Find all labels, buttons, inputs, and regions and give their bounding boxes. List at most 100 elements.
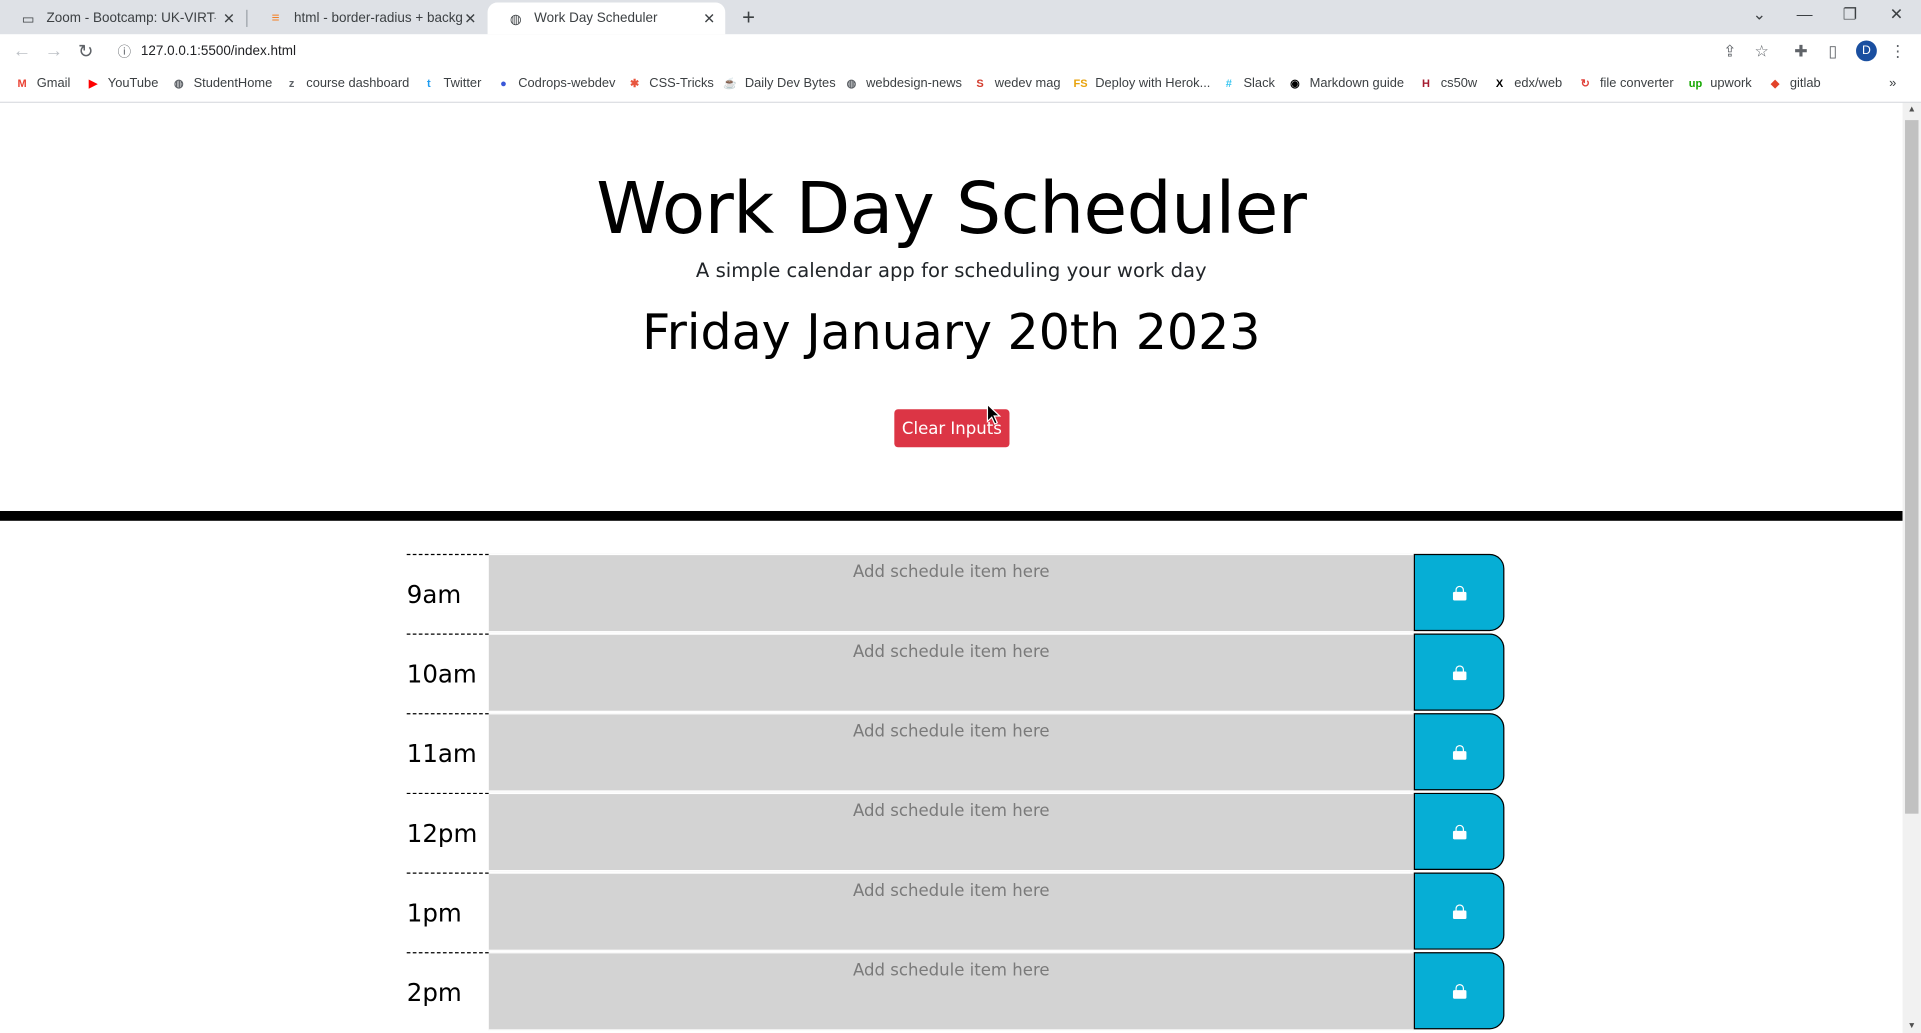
more-bookmarks-icon[interactable]: » [1889,76,1896,91]
schedule-item-input[interactable] [488,714,1414,791]
save-button[interactable] [1413,952,1505,1030]
schedule-item-input[interactable] [488,873,1414,950]
lock-icon [1452,824,1466,839]
bookmark-item[interactable]: ◉ Markdown guide [1288,76,1404,91]
forward-icon[interactable]: → [43,40,65,61]
bookmark-label: Gmail [36,75,71,91]
bookmark-item[interactable]: Hcs50w [1419,76,1477,91]
smashing-icon: S [976,77,984,90]
bookmarks-bar: M Gmail ▶ YouTube ◍ StudentHome z course dashbo… [0,69,1921,103]
description-cell [488,553,1414,633]
bookmark-label: gitlab [1789,75,1821,91]
hour-label: 12pm [406,792,489,873]
browser-window: ▭ Zoom - Bootcamp: UK-VIRT-FE-F ✕ ≡ html… [0,0,1921,1033]
url-text[interactable]: 127.0.0.1:5500/index.html [141,44,296,59]
bookmark-item[interactable]: ◍ StudentHome [172,76,272,91]
bookmark-item[interactable]: ↻ file converter [1578,76,1674,91]
new-tab-button[interactable]: + [738,5,760,31]
tab-search-icon[interactable]: ⌄ [1751,5,1768,25]
back-icon[interactable]: ← [11,40,33,61]
tab-zoom[interactable]: ▭ Zoom - Bootcamp: UK-VIRT-FE-F ✕ [0,2,245,34]
tab-title: html - border-radius + backgrou [294,11,463,26]
time-block-row: 12pm [406,792,1507,873]
globe-icon: ◍ [174,76,184,89]
bookmark-item[interactable]: z course dashboard [284,76,409,91]
close-window-icon[interactable]: ✕ [1888,5,1905,25]
save-button[interactable] [1413,872,1505,950]
bookmark-item[interactable]: # Slack [1221,76,1275,91]
gitlab-icon: ◆ [1770,76,1780,89]
description-cell [488,792,1414,872]
minimize-icon[interactable]: — [1796,5,1813,23]
bookmark-label: Daily Dev Bytes [744,75,836,91]
lock-icon [1452,903,1466,919]
bookmark-label: CSS-Tricks [649,75,714,91]
profile-avatar[interactable]: D [1856,40,1877,62]
scrollbar-thumb[interactable] [1905,120,1919,814]
lock-icon [1452,744,1466,760]
info-icon[interactable]: ⓘ [118,42,131,62]
bookmark-item[interactable]: Swedev mag [973,76,1060,91]
globe-icon: ◍ [509,11,522,27]
time-block-row: 11am [406,713,1507,793]
bookmark-item[interactable]: M Gmail [15,75,71,91]
reload-icon[interactable]: ↻ [75,40,97,63]
bookmark-item[interactable]: ☕ Daily Dev Bytes [723,75,836,91]
page-content: Work Day Scheduler A simple calendar app… [0,102,1903,1033]
bookmark-label: Codrops-webdev [518,75,616,91]
page-lead: A simple calendar app for scheduling you… [695,258,1207,282]
bookmark-label: Markdown guide [1309,75,1405,91]
tab-strip: ▭ Zoom - Bootcamp: UK-VIRT-FE-F ✕ ≡ html… [0,0,1921,35]
share-icon[interactable]: ⇪ [1720,42,1740,62]
close-icon[interactable]: ✕ [223,10,235,27]
menu-icon[interactable]: ⋮ [1888,42,1908,62]
tab-title: Work Day Scheduler [534,11,658,26]
bookmark-item[interactable]: ▶ YouTube [86,76,159,91]
bookmark-item[interactable]: ● Codrops-webdev [496,76,615,91]
schedule-container: 9am10am11am12pm1pm2pm [406,553,1507,1032]
close-icon[interactable]: ✕ [703,10,715,27]
schedule-item-input[interactable] [488,953,1414,1030]
save-button[interactable] [1413,633,1505,711]
bookmark-item[interactable]: ◆ gitlab [1768,76,1821,91]
page-scrollbar[interactable]: ▲ ▼ [1902,102,1921,1033]
zoom-icon: z [288,77,295,90]
bookmark-label: Twitter [443,75,482,91]
slack-icon: # [1225,77,1232,90]
restore-icon[interactable]: ❐ [1841,5,1858,25]
current-date: Friday January 20th 2023 [642,305,1261,362]
scroll-down-icon[interactable]: ▼ [1903,1022,1921,1031]
bookmark-item[interactable]: t Twitter [421,76,481,91]
bookmark-label: file converter [1599,75,1674,91]
bookmark-item[interactable]: FS Deploy with Herok... [1073,76,1210,91]
star-icon[interactable]: ☆ [1752,42,1772,62]
schedule-item-input[interactable] [488,634,1414,711]
time-block-row: 9am [406,553,1507,634]
bookmark-item[interactable]: Xedx/web [1492,76,1562,91]
save-button[interactable] [1413,792,1505,871]
bookmark-label: upwork [1710,75,1752,91]
schedule-item-input[interactable] [488,555,1414,632]
bookmark-label: edx/web [1514,75,1563,91]
scroll-up-icon[interactable]: ▲ [1903,105,1921,114]
markdown-icon: ◉ [1290,76,1300,89]
save-button[interactable] [1413,553,1505,632]
schedule-item-input[interactable] [488,794,1414,871]
time-block-row: 10am [406,633,1507,714]
lock-icon [1452,585,1466,600]
address-bar[interactable]: ⓘ 127.0.0.1:5500/index.html [107,37,1787,65]
bookmark-item[interactable]: ◍ webdesign-news [844,76,962,91]
description-cell [488,713,1414,792]
side-panel-icon[interactable]: ▯ [1823,42,1843,62]
hour-label: 1pm [406,872,489,952]
close-icon[interactable]: ✕ [464,10,476,27]
hour-label: 11am [406,713,489,793]
bookmark-item[interactable]: up upwork [1688,76,1752,91]
cup-icon: ☕ [723,76,738,89]
tab-work-day-scheduler[interactable]: ◍ Work Day Scheduler ✕ [487,2,726,35]
tab-stackoverflow[interactable]: ≡ html - border-radius + backgrou ✕ [247,2,486,34]
bookmark-item[interactable]: ✱ CSS-Tricks [627,76,714,91]
heroku-icon: FS [1073,77,1088,90]
extensions-icon[interactable]: ✚ [1791,42,1811,62]
save-button[interactable] [1413,713,1505,791]
